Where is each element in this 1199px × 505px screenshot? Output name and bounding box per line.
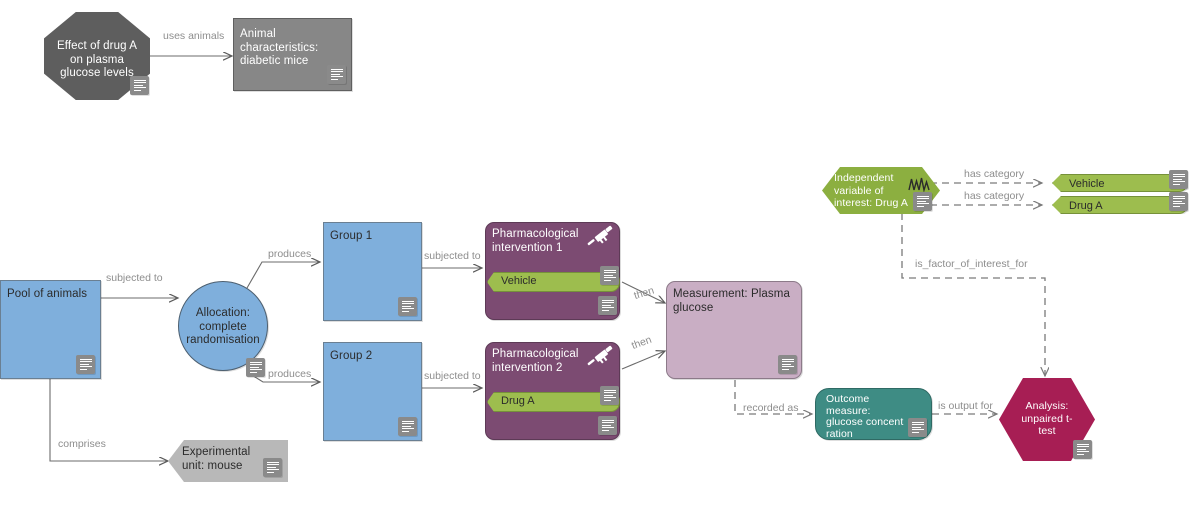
note-icon[interactable] [398,417,417,436]
note-icon[interactable] [327,65,346,84]
chip-category-drug-a-label: Drug A [1069,200,1103,212]
note-icon[interactable] [76,355,95,374]
edge-recorded-as [734,380,812,414]
diagram-canvas: uses animals subjected to comprises prod… [0,0,1199,505]
edge-then-2 [621,351,665,370]
note-icon[interactable] [1073,440,1092,459]
note-icon[interactable] [263,458,282,477]
note-icon[interactable] [1169,170,1188,189]
note-icon[interactable] [398,297,417,316]
edge-then-1 [621,281,665,303]
note-icon[interactable] [600,266,619,285]
edge-produces-1 [246,262,320,289]
note-icon[interactable] [913,192,932,211]
note-icon[interactable] [246,358,265,377]
note-icon[interactable] [778,355,797,374]
note-icon[interactable] [598,416,617,435]
chip-category-vehicle[interactable]: Vehicle [1052,174,1188,192]
chip-category-drug-a[interactable]: Drug A [1052,196,1188,214]
chip-drug-a-label: Drug A [501,395,535,407]
note-icon[interactable] [598,296,617,315]
note-icon[interactable] [600,386,619,405]
edge-is-factor-of-interest-for [901,213,1045,376]
chip-category-vehicle-label: Vehicle [1069,178,1105,190]
edge-comprises [49,379,168,461]
chip-vehicle-label: Vehicle [501,275,537,287]
note-icon[interactable] [1169,192,1188,211]
note-icon[interactable] [908,418,927,437]
note-icon[interactable] [130,76,149,95]
